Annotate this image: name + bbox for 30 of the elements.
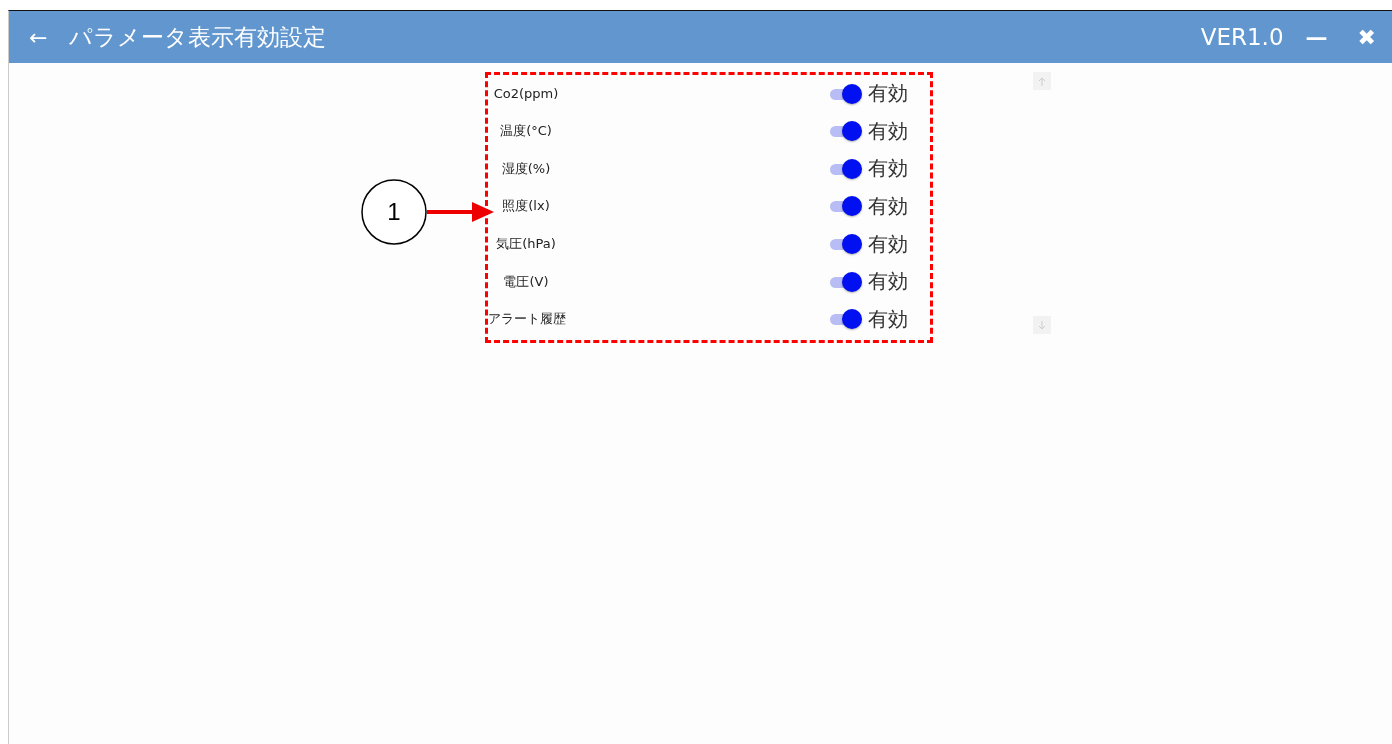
state-label: 有効 [868, 192, 908, 220]
parameter-label: 湿度(%) [500, 159, 552, 178]
arrow-down-icon [1038, 320, 1046, 330]
window-title: パラメータ表示有効設定 [69, 22, 328, 52]
state-label: 有効 [868, 268, 908, 296]
state-label: 有効 [868, 80, 908, 108]
toggle-switch[interactable] [828, 270, 864, 293]
parameter-label: 照度(lx) [501, 197, 551, 216]
callout-number: 1 [361, 179, 427, 245]
toggle-switch[interactable] [828, 82, 864, 105]
arrow-up-icon [1038, 76, 1046, 86]
state-label: 有効 [868, 155, 908, 183]
parameter-label: Co2(ppm) [492, 86, 560, 102]
parameter-label: アラート履歴 [488, 310, 564, 329]
toggle-switch[interactable] [828, 308, 864, 331]
toggle-switch[interactable] [828, 233, 864, 256]
parameter-label: 温度(°C) [499, 122, 553, 141]
version-label: VER1.0 [1200, 24, 1284, 50]
toggle-switch[interactable] [828, 157, 864, 180]
close-button[interactable]: ✖ [1353, 24, 1380, 50]
state-label: 有効 [868, 305, 908, 333]
state-label: 有効 [868, 117, 908, 145]
minimize-button[interactable]: — [1301, 24, 1332, 50]
back-button[interactable]: ← [25, 24, 52, 50]
toggle-switch[interactable] [828, 195, 864, 218]
toggle-switch[interactable] [828, 120, 864, 143]
parameter-label: 電圧(V) [502, 272, 550, 291]
callout-arrow [427, 202, 494, 222]
state-label: 有効 [868, 230, 908, 258]
parameter-label: 気圧(hPa) [495, 235, 557, 254]
